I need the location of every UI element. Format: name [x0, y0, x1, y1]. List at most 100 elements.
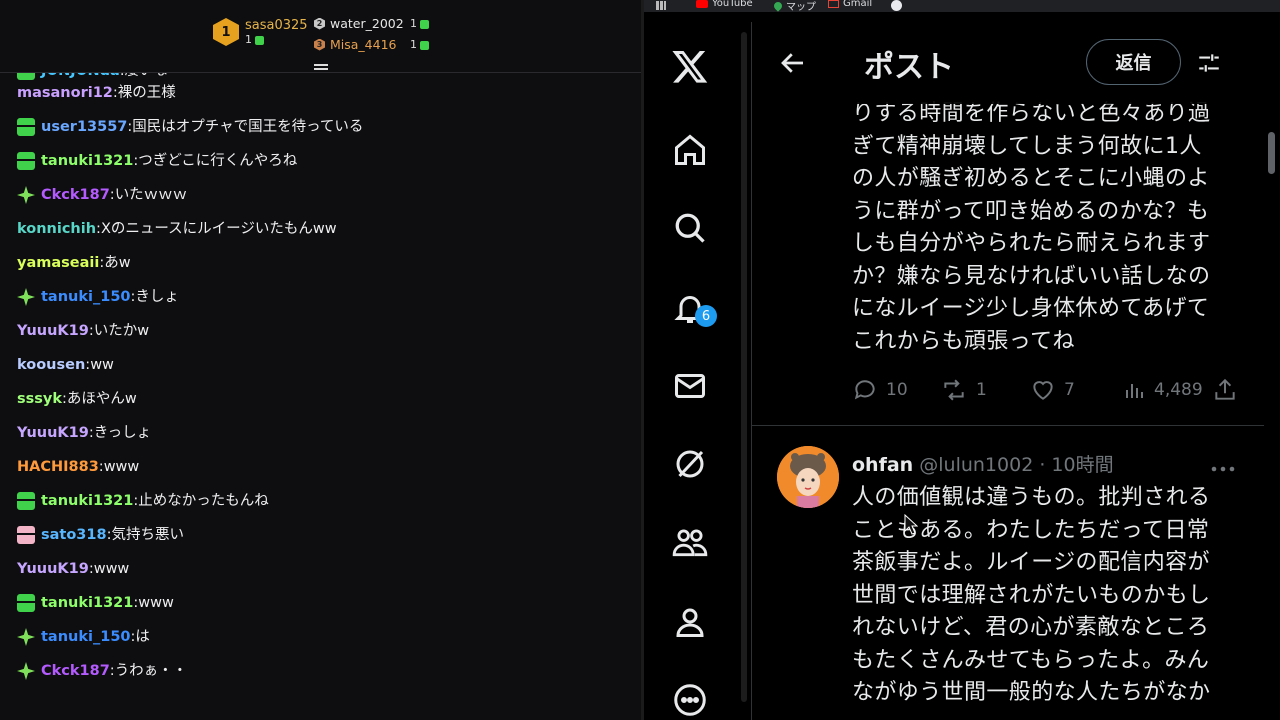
chat-message: user13557: 国民はオプチャで国王を待っている — [17, 116, 627, 150]
gift-icon — [420, 19, 429, 29]
tweet-author-line: ohfan @lulun1002 · 10時間 — [852, 450, 1114, 477]
chat-username[interactable]: yamaseaii — [17, 252, 99, 274]
bookmark-maps-label: マップ — [786, 2, 816, 13]
apps-grid-icon[interactable] — [656, 1, 666, 10]
page-scrollbar[interactable] — [1264, 22, 1280, 720]
chat-message: HACHI883: www — [17, 456, 627, 490]
chat-text: きしょ — [135, 289, 179, 305]
leaderboard-second-count: 1 — [410, 17, 417, 30]
tweet-time[interactable]: 10時間 — [1051, 454, 1113, 476]
chat-message: tanuki1321: 止めなかったもんね — [17, 490, 627, 524]
gift-icon — [420, 40, 429, 50]
repost-count: 1 — [976, 380, 987, 400]
leaderboard-first[interactable]: 1 sasa0325 1 — [213, 18, 308, 46]
bookmarks-bar: YouTube マップ Gmail — [644, 0, 1280, 13]
chat-text: www — [93, 561, 130, 577]
bookmark-extension[interactable] — [891, 0, 902, 11]
chat-username[interactable]: konnichih — [17, 218, 96, 240]
chat-text: いたｗｗｗ — [114, 187, 188, 203]
author-handle[interactable]: @lulun1002 — [919, 454, 1033, 476]
chat-username[interactable]: user13557 — [41, 116, 127, 138]
leaderboard-second[interactable]: 2 water_2002 1 — [314, 16, 429, 31]
sparkle-badge-icon — [17, 186, 35, 204]
youtube-icon — [696, 0, 708, 8]
bookmark-gmail[interactable]: Gmail — [828, 0, 872, 9]
chat-text: うわぁ・・ — [114, 663, 188, 679]
tweet-action-bar: 10 1 7 4,489 — [852, 377, 1242, 407]
chat-text: 止めなかったもんね — [138, 493, 269, 509]
more-circle-icon[interactable] — [670, 680, 710, 720]
sparkle-badge-icon — [17, 662, 35, 680]
page-title: ポスト — [864, 50, 954, 85]
browser-window: YouTube マップ Gmail 6 ポスト 返信 りする時間を作らないと色々… — [644, 0, 1280, 720]
repost-icon — [944, 379, 964, 401]
communities-icon[interactable] — [670, 522, 710, 562]
gift-badge-icon — [17, 118, 35, 136]
share-action[interactable] — [1212, 377, 1238, 403]
meta-separator: · — [1033, 454, 1052, 476]
chat-message: YuuuK19: きっしょ — [17, 422, 627, 456]
profile-icon[interactable] — [670, 602, 710, 642]
bookmark-maps[interactable]: マップ — [772, 0, 816, 13]
chat-username[interactable]: Ckck187 — [41, 660, 110, 682]
chat-message: Ckck187: いたｗｗｗ — [17, 184, 627, 218]
nav-scrollbar-thumb[interactable] — [741, 32, 747, 702]
chat-text: 裸の王様 — [117, 85, 176, 101]
reply-action[interactable]: 10 — [852, 377, 908, 403]
leaderboard-third[interactable]: 3 Misa_4416 1 — [314, 37, 429, 52]
author-name[interactable]: ohfan — [852, 454, 913, 476]
x-logo-icon[interactable] — [670, 46, 710, 86]
views-action[interactable]: 4,489 — [1122, 377, 1203, 403]
chat-message-list: JUNJUNda: 凄いなmasanori12: 裸の王様user13557: … — [17, 62, 627, 694]
chat-username[interactable]: YuuuK19 — [17, 320, 89, 342]
reply-count: 10 — [886, 380, 908, 400]
gift-badge-icon — [17, 526, 35, 544]
grok-icon[interactable] — [670, 444, 710, 484]
chat-username[interactable]: tanuki1321 — [41, 150, 133, 172]
chat-text: は — [135, 629, 150, 645]
sparkle-badge-icon — [17, 288, 35, 306]
more-options-icon[interactable] — [1210, 458, 1236, 472]
chat-username[interactable]: YuuuK19 — [17, 422, 89, 444]
avatar[interactable] — [777, 446, 839, 508]
chat-text: いたかw — [93, 323, 150, 339]
search-icon[interactable] — [670, 208, 710, 248]
chat-message: sato318: 気持ち悪い — [17, 524, 627, 558]
home-icon[interactable] — [670, 130, 710, 170]
reply-icon — [854, 380, 875, 400]
collapse-leaderboard-icon[interactable] — [314, 64, 328, 76]
chat-text: www — [103, 459, 140, 475]
reply-button[interactable]: 返信 — [1086, 39, 1181, 85]
bookmark-youtube[interactable]: YouTube — [696, 0, 753, 9]
like-action[interactable]: 7 — [1030, 377, 1075, 403]
back-arrow-icon[interactable] — [778, 48, 808, 78]
repost-action[interactable]: 1 — [940, 377, 987, 403]
views-chart-icon — [1126, 384, 1143, 398]
extension-icon — [891, 0, 902, 11]
gold-medal-icon: 1 — [213, 18, 239, 46]
mail-icon[interactable] — [670, 366, 710, 406]
nav-scrollbar[interactable] — [739, 22, 749, 720]
chat-username[interactable]: tanuki_150 — [41, 626, 131, 648]
live-chat-panel: JUNJUNda: 凄いなmasanori12: 裸の王様user13557: … — [0, 0, 641, 720]
chat-username[interactable]: sato318 — [41, 524, 107, 546]
chat-message: YuuuK19: いたかw — [17, 320, 627, 354]
chat-text: あw — [104, 255, 131, 271]
chat-username[interactable]: Ckck187 — [41, 184, 110, 206]
chat-username[interactable]: sssyk — [17, 388, 62, 410]
chat-username[interactable]: tanuki1321 — [41, 592, 133, 614]
gmail-icon — [828, 0, 839, 8]
chat-username[interactable]: koousen — [17, 354, 85, 376]
chat-username[interactable]: tanuki1321 — [41, 490, 133, 512]
chat-username[interactable]: YuuuK19 — [17, 558, 89, 580]
share-icon — [1215, 378, 1235, 400]
chat-username[interactable]: tanuki_150 — [41, 286, 131, 308]
sliders-icon[interactable] — [1196, 50, 1222, 76]
like-count: 7 — [1064, 380, 1075, 400]
chat-text: きっしょ — [93, 425, 152, 441]
chat-username[interactable]: masanori12 — [17, 82, 113, 104]
page-scrollbar-thumb[interactable] — [1268, 132, 1275, 174]
chat-username[interactable]: HACHI883 — [17, 456, 99, 478]
chat-message: konnichih: Xのニュースにルイージいたもんww — [17, 218, 627, 252]
x-sidebar-nav: 6 — [644, 22, 736, 720]
